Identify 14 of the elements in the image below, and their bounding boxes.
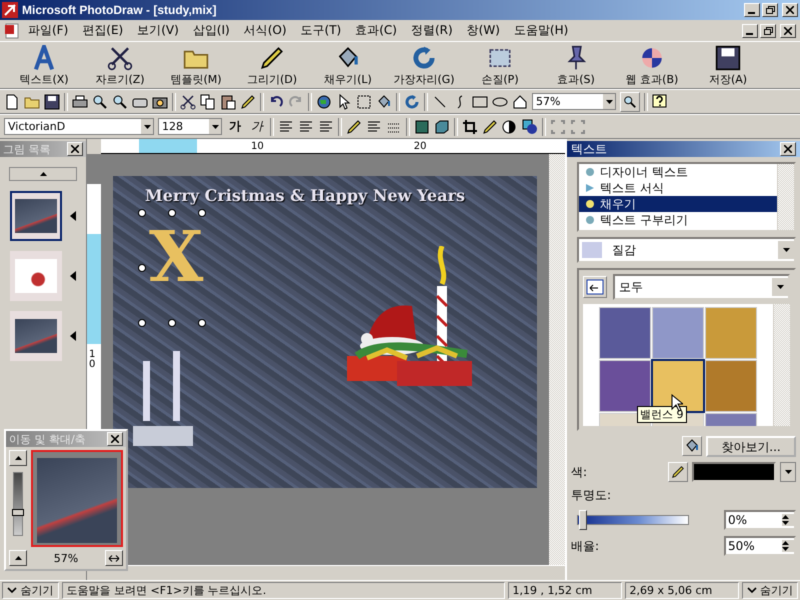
size-readout: 2,69 x 5,06 cm [624,582,738,599]
navigator-title: 이동 및 확대/축 [9,432,86,446]
color-label: 색: [571,464,588,480]
status-help-text: 도움말을 보려면 <F1>키를 누르십시오. [62,582,504,599]
picture-list-title: 그림 목록 [3,142,50,156]
ruler-label: 20 [414,140,426,152]
window-title: Microsoft PhotoDraw - [study,mix] [22,3,216,17]
zoom-level: 57% [54,552,78,564]
position-readout: 1,19 , 1,52 cm [508,582,622,599]
scale-label: 배율: [571,538,600,554]
panel-title: 텍스트 [571,140,607,158]
ruler-label: 10 [89,350,96,370]
transparency-label: 투명도: [571,487,612,504]
ruler-label: 10 [251,140,264,152]
